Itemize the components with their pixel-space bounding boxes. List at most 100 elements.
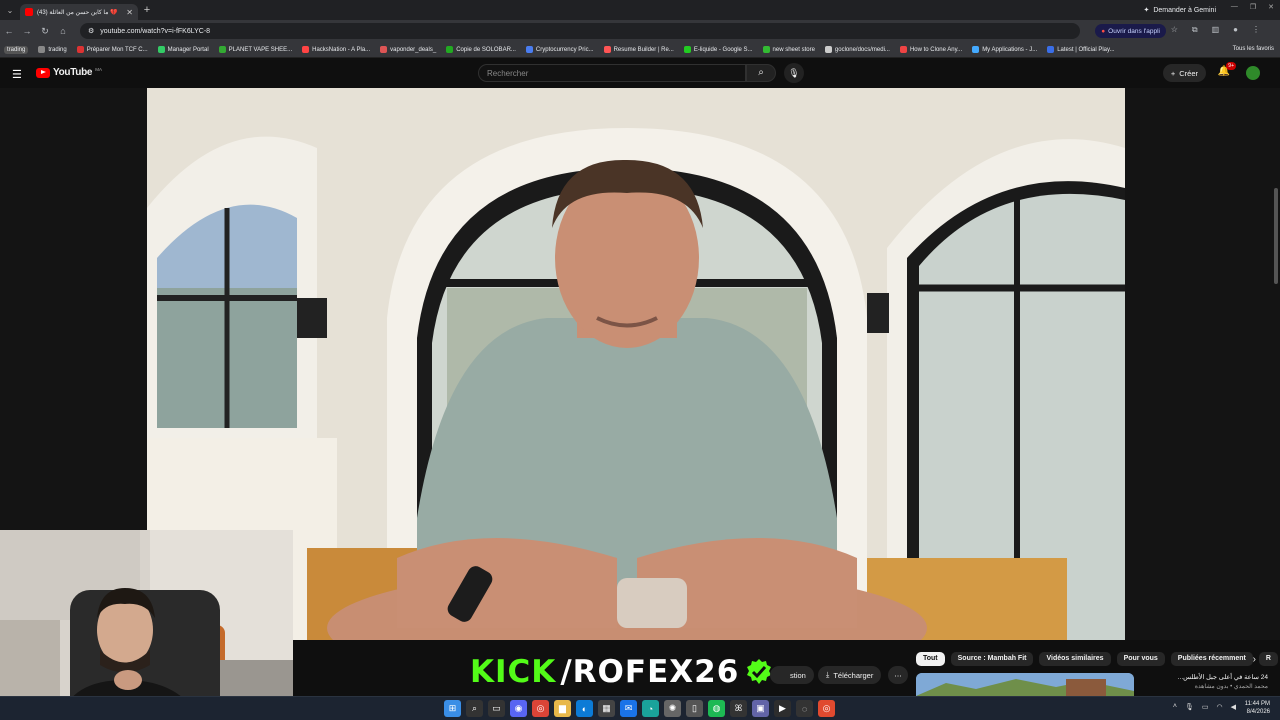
bookmark-item[interactable]: new sheet store bbox=[762, 46, 815, 53]
edge-icon[interactable]: ◐ bbox=[576, 700, 593, 717]
back-icon[interactable]: ← bbox=[0, 26, 18, 36]
bookmark-item[interactable]: E-liquide - Google S... bbox=[683, 46, 753, 53]
youtube-logo[interactable]: YouTube MA bbox=[36, 67, 102, 78]
youtube-wordmark: YouTube bbox=[53, 67, 93, 78]
bookmark-star-icon[interactable]: ☆ bbox=[1171, 25, 1178, 35]
bookmark-item[interactable]: Manager Portal bbox=[157, 46, 209, 53]
file-explorer-icon[interactable]: ▆ bbox=[554, 700, 571, 717]
ask-gemini-button[interactable]: ✦ Demander à Gemini bbox=[1143, 3, 1216, 17]
spotify-icon[interactable]: ◍ bbox=[708, 700, 725, 717]
close-tab-icon[interactable]: ✕ bbox=[126, 8, 133, 17]
omnibox[interactable]: ⚙ youtube.com/watch?v=i-fFK6LYC-8 bbox=[80, 23, 1080, 39]
recommended-video-title[interactable]: 24 ساعة في أعلى جبل الأطلس... bbox=[1138, 673, 1268, 682]
bookmark-item[interactable]: HacksNation - A Pla... bbox=[302, 46, 370, 53]
profile-icon[interactable]: ● bbox=[1233, 25, 1238, 35]
volume-icon[interactable]: ◀ bbox=[1231, 703, 1236, 711]
all-favorites-label: Tous les favoris bbox=[1232, 46, 1274, 52]
window-controls: — ❐ ✕ bbox=[1231, 3, 1274, 11]
tab-search-icon[interactable]: ⌄ bbox=[0, 6, 20, 15]
voice-search-button[interactable]: 🎙 bbox=[784, 63, 804, 83]
menu-icon[interactable]: ⋮ bbox=[1252, 25, 1260, 35]
filter-chip[interactable]: Vidéos similaires bbox=[1039, 652, 1111, 666]
filter-chip[interactable]: Pour vous bbox=[1116, 652, 1165, 666]
recommended-video-thumbnail[interactable] bbox=[916, 673, 1134, 696]
sidebar-icon[interactable]: ▥ bbox=[1212, 25, 1220, 35]
bookmark-label: trading bbox=[48, 46, 67, 53]
search-button[interactable]: ⌕ bbox=[746, 64, 776, 82]
kick-channel-text: /ROFEX26 bbox=[560, 654, 740, 690]
file-icon[interactable]: ▯ bbox=[686, 700, 703, 717]
download-label: Télécharger bbox=[833, 670, 874, 680]
mail-icon[interactable]: ✉ bbox=[620, 700, 637, 717]
minimize-icon[interactable]: — bbox=[1231, 3, 1238, 11]
obs-icon[interactable]: ◌ bbox=[796, 700, 813, 717]
search-icon: ⌕ bbox=[758, 67, 764, 78]
filter-chip[interactable]: Tout bbox=[916, 652, 945, 666]
battery-icon[interactable]: ▭ bbox=[1202, 703, 1209, 711]
home-icon[interactable]: ⌂ bbox=[54, 26, 72, 36]
media-player-icon[interactable]: ▶ bbox=[774, 700, 791, 717]
bookmark-item[interactable]: Copie de SOLOBAR... bbox=[446, 46, 516, 53]
tray-chevron-icon[interactable]: ˄ bbox=[1173, 703, 1177, 711]
hamburger-menu-icon[interactable]: ☰ bbox=[12, 68, 22, 81]
create-button[interactable]: + Créer bbox=[1162, 64, 1206, 82]
bookmark-item[interactable]: trading bbox=[4, 45, 29, 54]
notification-badge: 9+ bbox=[1226, 62, 1236, 70]
store-icon[interactable]: ▦ bbox=[598, 700, 615, 717]
recommendation-chips: Tout Source : Mambah Fit Vidéos similaires… bbox=[916, 652, 1278, 666]
all-favorites-folder[interactable]: Tous les favoris bbox=[1233, 46, 1274, 52]
bookmark-favicon-icon bbox=[446, 46, 454, 53]
bookmark-favicon-icon bbox=[525, 46, 533, 53]
filter-chip[interactable]: Source : Mambah Fit bbox=[950, 652, 1034, 666]
tab-title: (43) ما كاين حسن من العائلة 💔 bbox=[37, 9, 118, 16]
chrome-icon[interactable]: ◎ bbox=[532, 700, 549, 717]
browser-app-icon[interactable]: ◎ bbox=[818, 700, 835, 717]
page-scrollbar[interactable] bbox=[1274, 188, 1278, 284]
bookmark-item[interactable]: vaponder_deals_ bbox=[380, 46, 436, 53]
video-player[interactable] bbox=[147, 88, 1125, 640]
settings-gear-icon[interactable]: ✺ bbox=[664, 700, 681, 717]
bookmark-item[interactable]: Préparer Mon TCF C... bbox=[76, 46, 148, 53]
filter-chip[interactable]: R bbox=[1258, 652, 1278, 666]
copilot-icon[interactable]: ◔ bbox=[642, 700, 659, 717]
chevron-right-icon[interactable]: › bbox=[1253, 654, 1256, 665]
bookmark-item[interactable]: PLANET VAPE SHEE... bbox=[218, 46, 292, 53]
address-bar-row: ← → ↻ ⌂ ⚙ youtube.com/watch?v=i-fFK6LYC-… bbox=[0, 20, 1280, 42]
search-taskbar-icon[interactable]: ⌕ bbox=[466, 700, 483, 717]
bookmark-item[interactable]: Resume Builder | Re... bbox=[603, 46, 674, 53]
taskbar-clock[interactable]: 11:44 PM 8/4/2026 bbox=[1245, 700, 1270, 716]
wifi-icon[interactable]: ◠ bbox=[1217, 703, 1223, 711]
forward-icon[interactable]: → bbox=[18, 26, 36, 36]
bookmark-item[interactable]: goclone/docs/medi... bbox=[824, 46, 890, 53]
search-input[interactable]: Rechercher bbox=[478, 64, 746, 82]
kick-brand-text: KICK bbox=[470, 654, 557, 690]
bookmark-item[interactable]: How to Clone Any... bbox=[899, 46, 962, 53]
maximize-icon[interactable]: ❐ bbox=[1250, 3, 1256, 11]
close-window-icon[interactable]: ✕ bbox=[1268, 3, 1274, 11]
more-actions-button[interactable]: ⋯ bbox=[888, 666, 908, 684]
bookmark-favicon-icon bbox=[603, 46, 611, 53]
account-avatar[interactable] bbox=[1246, 66, 1260, 80]
bookmark-item[interactable]: Latest | Official Play... bbox=[1047, 46, 1115, 53]
filter-chip[interactable]: Publiées récemment bbox=[1170, 652, 1253, 666]
start-windows-icon[interactable]: ⊞ bbox=[444, 700, 461, 717]
microphone-tray-icon[interactable]: 🎙 bbox=[1185, 703, 1194, 711]
bookmark-item[interactable]: My Applications - J... bbox=[972, 46, 1037, 53]
bookmark-item[interactable]: Cryptocurrency Pric... bbox=[525, 46, 594, 53]
teams-icon[interactable]: ▣ bbox=[752, 700, 769, 717]
partial-action-button[interactable]: stion bbox=[770, 666, 814, 684]
new-tab-button[interactable]: + bbox=[138, 4, 156, 16]
gemini-label: Demander à Gemini bbox=[1153, 6, 1216, 14]
discord-icon[interactable]: ◉ bbox=[510, 700, 527, 717]
browser-tab-active[interactable]: (43) ما كاين حسن من العائلة 💔 ✕ bbox=[20, 4, 138, 20]
site-info-icon[interactable]: ⚙ bbox=[88, 27, 94, 35]
app-icon[interactable]: ꕤ bbox=[730, 700, 747, 717]
open-in-app-button[interactable]: ● Ouvrir dans l'appli bbox=[1095, 24, 1166, 38]
bookmark-item[interactable]: trading bbox=[38, 46, 67, 53]
task-view-icon[interactable]: ▭ bbox=[488, 700, 505, 717]
reload-icon[interactable]: ↻ bbox=[36, 26, 54, 37]
bookmark-favicon-icon bbox=[972, 46, 980, 53]
download-button[interactable]: ⤓ Télécharger bbox=[818, 666, 882, 684]
bookmark-label: trading bbox=[7, 46, 26, 53]
extensions-icon[interactable]: ⧉ bbox=[1192, 25, 1198, 35]
